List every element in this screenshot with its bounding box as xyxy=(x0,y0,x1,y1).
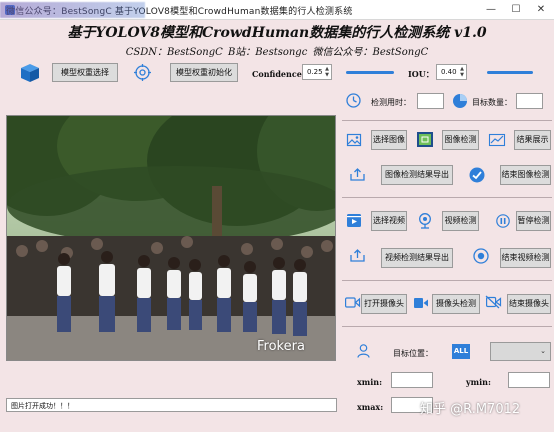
divider xyxy=(342,120,552,121)
detect-image-button[interactable]: 图像检测 xyxy=(442,130,479,150)
minimize-button[interactable]: — xyxy=(478,3,504,17)
time-label: 检测用时： xyxy=(371,98,411,107)
export-icon xyxy=(350,249,365,262)
detection-photo xyxy=(7,116,335,360)
chevron-down-icon[interactable]: ⌄ xyxy=(540,347,546,355)
divider xyxy=(342,326,552,327)
close-camera-button[interactable]: 结束摄像头 xyxy=(507,294,551,314)
video-file-icon xyxy=(347,214,361,227)
open-camera-button[interactable]: 打开摄像头 xyxy=(361,294,407,314)
spin-arrows-icon[interactable]: ▲ ▼ xyxy=(460,66,464,78)
close-button[interactable]: ✕ xyxy=(528,3,554,17)
iou-spinbox[interactable]: 0.40 ▲ ▼ xyxy=(436,64,467,80)
page-subtitle: CSDN：BestSongC B站：Bestsongc 微信公众号：BestSo… xyxy=(125,47,429,58)
page-title: 基于YOLOV8模型和CrowdHuman数据集的行人检测系统 v1.0 xyxy=(67,25,487,41)
export-image-button[interactable]: 图像检测结果导出 xyxy=(381,165,453,185)
select-weights-button[interactable]: 模型权重选择 xyxy=(52,63,118,82)
camera-icon xyxy=(345,297,361,308)
divider xyxy=(342,280,552,281)
pie-chart-icon xyxy=(453,94,467,108)
blur-mask xyxy=(0,2,145,18)
clock-icon xyxy=(346,93,361,108)
iou-slider[interactable] xyxy=(487,71,533,74)
image-display: Frokera xyxy=(6,115,336,361)
detect-camera-button[interactable]: 摄像头检测 xyxy=(432,294,480,314)
image-detect-icon xyxy=(417,132,433,147)
xmin-field xyxy=(391,372,433,388)
ymin-field xyxy=(508,372,550,388)
end-image-button[interactable]: 结束图像检测 xyxy=(500,165,551,185)
corner-watermark: 知乎 @R.M7012 xyxy=(420,402,521,417)
pause-icon xyxy=(496,214,510,228)
target-icon xyxy=(134,64,151,81)
maximize-button[interactable]: ☐ xyxy=(503,3,529,17)
detect-video-button[interactable]: 视频检测 xyxy=(442,211,479,231)
target-select[interactable]: ⌄ xyxy=(490,342,551,361)
iou-value: 0.40 xyxy=(441,68,457,76)
xmin-label: xmin: xyxy=(357,377,383,387)
select-image-button[interactable]: 选择图像 xyxy=(371,130,407,150)
image-icon xyxy=(346,133,362,147)
confidence-value: 0.25 xyxy=(307,68,323,76)
divider xyxy=(342,197,552,198)
confidence-label: Confidence: xyxy=(252,69,305,79)
confidence-spinbox[interactable]: 0.25 ▲ ▼ xyxy=(302,64,332,80)
all-targets-icon: ALL xyxy=(452,344,470,359)
target-position-label: 目标位置： xyxy=(393,349,433,358)
video-camera-icon xyxy=(414,298,428,308)
cube-icon xyxy=(21,64,39,82)
xmax-label: xmax: xyxy=(357,402,384,412)
show-result-button[interactable]: 结果展示 xyxy=(514,130,551,150)
time-field xyxy=(417,93,444,109)
user-icon xyxy=(357,344,370,358)
check-circle-icon xyxy=(469,167,485,183)
chart-icon xyxy=(488,133,506,147)
export-video-button[interactable]: 视频检测结果导出 xyxy=(381,248,453,268)
confidence-slider[interactable] xyxy=(346,71,394,74)
image-watermark: Frokera xyxy=(257,339,305,354)
end-video-button[interactable]: 结束视频检测 xyxy=(500,248,551,268)
ymin-label: ymin: xyxy=(466,377,491,387)
spin-arrows-icon[interactable]: ▲ ▼ xyxy=(325,66,329,78)
iou-label: IOU： xyxy=(408,69,434,79)
export-icon xyxy=(350,168,365,181)
camera-off-icon xyxy=(485,295,502,309)
status-bar: 图片打开成功！！！ xyxy=(6,398,337,412)
count-field xyxy=(516,93,543,109)
count-label: 目标数量： xyxy=(472,98,512,107)
pause-detect-button[interactable]: 暂停检测 xyxy=(516,211,551,231)
select-video-button[interactable]: 选择视频 xyxy=(371,211,407,231)
init-weights-button[interactable]: 模型权重初始化 xyxy=(170,63,238,82)
stop-circle-icon xyxy=(473,248,489,264)
webcam-icon xyxy=(419,213,431,229)
